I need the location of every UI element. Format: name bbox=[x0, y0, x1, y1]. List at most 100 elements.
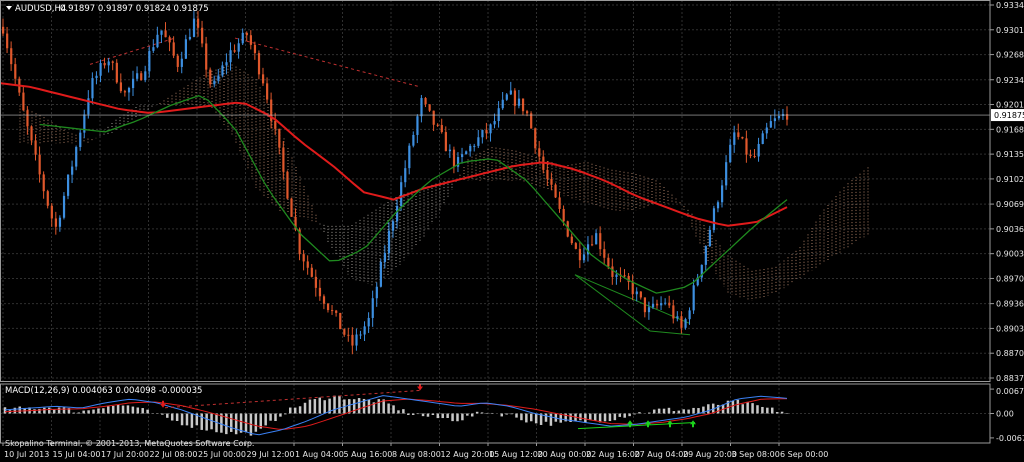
candle-body[interactable] bbox=[156, 34, 159, 48]
candle-body[interactable] bbox=[692, 285, 695, 311]
candle-body[interactable] bbox=[371, 298, 374, 318]
candle-body[interactable] bbox=[245, 32, 248, 36]
candle-body[interactable] bbox=[424, 98, 427, 105]
candle-body[interactable] bbox=[286, 171, 289, 199]
candle-body[interactable] bbox=[660, 303, 663, 306]
candle-body[interactable] bbox=[396, 205, 399, 222]
candle-body[interactable] bbox=[310, 267, 313, 277]
candle-body[interactable] bbox=[314, 276, 317, 288]
candle-body[interactable] bbox=[721, 185, 724, 203]
candle-body[interactable] bbox=[54, 218, 58, 227]
candle-body[interactable] bbox=[578, 248, 582, 261]
candle-body[interactable] bbox=[599, 233, 602, 250]
candle-body[interactable] bbox=[257, 53, 261, 75]
candle-body[interactable] bbox=[253, 44, 257, 54]
candle-body[interactable] bbox=[221, 65, 224, 76]
candle-body[interactable] bbox=[725, 162, 728, 186]
candle-body[interactable] bbox=[233, 50, 236, 52]
candle-body[interactable] bbox=[22, 92, 25, 111]
candle-body[interactable] bbox=[290, 198, 293, 217]
candle-body[interactable] bbox=[26, 110, 29, 127]
candle-body[interactable] bbox=[558, 197, 561, 209]
candle-body[interactable] bbox=[607, 257, 610, 267]
candle-body[interactable] bbox=[436, 124, 439, 126]
candle-body[interactable] bbox=[493, 121, 496, 125]
candle-body[interactable] bbox=[266, 83, 269, 100]
candle-body[interactable] bbox=[704, 246, 707, 265]
candle-body[interactable] bbox=[444, 132, 447, 152]
candle-body[interactable] bbox=[14, 64, 17, 79]
candle-body[interactable] bbox=[668, 302, 671, 306]
candle-body[interactable] bbox=[530, 113, 533, 129]
candle-body[interactable] bbox=[383, 253, 387, 262]
candle-body[interactable] bbox=[282, 147, 285, 172]
candle-body[interactable] bbox=[505, 94, 508, 100]
candle-body[interactable] bbox=[119, 82, 123, 92]
candle-body[interactable] bbox=[50, 205, 53, 219]
candle-body[interactable] bbox=[75, 147, 78, 167]
candle-body[interactable] bbox=[595, 233, 598, 245]
candle-body[interactable] bbox=[672, 305, 675, 319]
candle-body[interactable] bbox=[343, 329, 346, 335]
candle-body[interactable] bbox=[62, 195, 66, 218]
candle-body[interactable] bbox=[716, 202, 720, 209]
candle-body[interactable] bbox=[148, 50, 151, 72]
candle-body[interactable] bbox=[10, 48, 13, 65]
candle-body[interactable] bbox=[538, 148, 541, 157]
candle-body[interactable] bbox=[582, 254, 586, 261]
candle-body[interactable] bbox=[318, 287, 322, 297]
candle-body[interactable] bbox=[144, 71, 147, 81]
candle-body[interactable] bbox=[71, 166, 74, 175]
candle-body[interactable] bbox=[400, 182, 403, 206]
candle-body[interactable] bbox=[306, 261, 309, 268]
candle-body[interactable] bbox=[42, 174, 45, 192]
candle-body[interactable] bbox=[513, 90, 517, 106]
candle-body[interactable] bbox=[180, 58, 183, 67]
candle-body[interactable] bbox=[534, 128, 537, 149]
candle-body[interactable] bbox=[517, 98, 521, 106]
candle-body[interactable] bbox=[355, 334, 358, 346]
candle-body[interactable] bbox=[611, 266, 614, 277]
candle-body[interactable] bbox=[79, 132, 82, 148]
candle-body[interactable] bbox=[6, 33, 9, 49]
candle-body[interactable] bbox=[176, 55, 179, 67]
candle-body[interactable] bbox=[526, 111, 529, 114]
candle-body[interactable] bbox=[570, 236, 573, 244]
candle-body[interactable] bbox=[205, 43, 208, 70]
candle-body[interactable] bbox=[708, 229, 712, 247]
candle-body[interactable] bbox=[217, 75, 220, 81]
candle-body[interactable] bbox=[213, 80, 216, 85]
candle-body[interactable] bbox=[229, 50, 232, 63]
candle-body[interactable] bbox=[168, 37, 171, 43]
candle-body[interactable] bbox=[688, 310, 691, 320]
candle-body[interactable] bbox=[103, 63, 106, 66]
candle-body[interactable] bbox=[733, 132, 736, 145]
candle-body[interactable] bbox=[335, 310, 338, 313]
candle-body[interactable] bbox=[635, 291, 638, 295]
candle-body[interactable] bbox=[416, 116, 419, 135]
candle-body[interactable] bbox=[757, 143, 760, 157]
candle-body[interactable] bbox=[477, 137, 480, 146]
candle-body[interactable] bbox=[765, 127, 768, 134]
candle-body[interactable] bbox=[420, 98, 423, 117]
candle-body[interactable] bbox=[184, 39, 187, 59]
price-chart[interactable]: 0.93340 0.93010 0.92680 0.92345 0.92015 0.916… bbox=[0, 0, 1024, 462]
candle-body[interactable] bbox=[379, 261, 382, 287]
candle-body[interactable] bbox=[188, 36, 192, 40]
candle-body[interactable] bbox=[326, 303, 330, 311]
candle-body[interactable] bbox=[631, 282, 634, 295]
candle-body[interactable] bbox=[712, 208, 716, 230]
candle-body[interactable] bbox=[127, 88, 131, 93]
candle-body[interactable] bbox=[387, 230, 391, 254]
candle-body[interactable] bbox=[749, 154, 752, 157]
candle-body[interactable] bbox=[347, 334, 350, 336]
candle-body[interactable] bbox=[192, 18, 196, 37]
candle-body[interactable] bbox=[196, 18, 200, 28]
candle-body[interactable] bbox=[623, 275, 626, 277]
candle-body[interactable] bbox=[111, 61, 114, 63]
candle-body[interactable] bbox=[367, 317, 370, 327]
candle-body[interactable] bbox=[375, 286, 378, 299]
candle-body[interactable] bbox=[615, 274, 618, 277]
candle-body[interactable] bbox=[741, 136, 744, 139]
candle-body[interactable] bbox=[680, 316, 683, 328]
